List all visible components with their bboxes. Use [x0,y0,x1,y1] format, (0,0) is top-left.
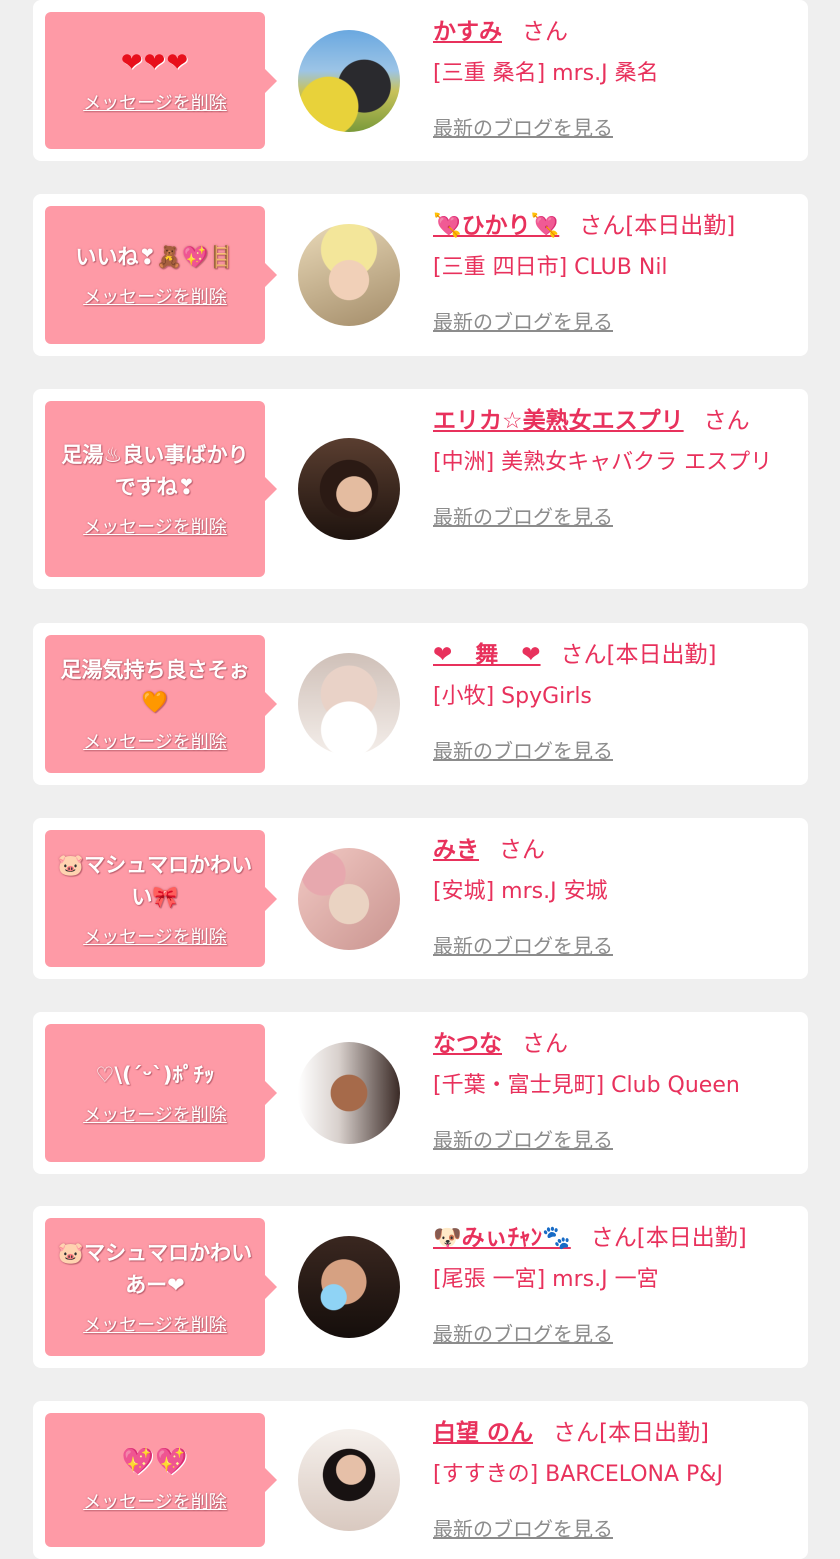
cast-name-link[interactable]: みき [433,837,479,863]
shop-name: [三重 四日市] CLUB Nil [433,255,668,280]
delete-message-link[interactable]: メッセージを削除 [83,1488,227,1514]
name-line: かすみ さん [433,16,794,48]
cast-info: 💘ひかり💘 さん[本日出勤] [三重 四日市] CLUB Nil 最新のブログを見る [433,210,794,335]
name-line: みき さん [433,834,794,866]
cast-info: なつな さん [千葉・富士見町] Club Queen 最新のブログを見る [433,1028,794,1153]
message-bubble: ♡\(ˊᵕˋ)ﾎﾟﾁｯ メッセージを削除 [45,1024,277,1162]
honorific: さん [560,642,607,668]
message-card: 足湯♨良い事ばかりですね❣ メッセージを削除 エリカ☆美熟女エスプリ さん [中洲] 美… [33,389,808,589]
attendance-status: [本日出勤] [625,213,736,239]
message-card: いいね❣🧸💖🪜 メッセージを削除 💘ひかり💘 さん[本日出勤] [三重 四日市] CLU… [33,194,808,356]
cast-name-link[interactable]: ❤ 舞 ❤ [433,642,541,668]
latest-blog-link[interactable]: 最新のブログを見る [433,112,613,141]
message-text: いいね❣🧸💖🪜 [75,245,235,269]
message-text: 💖💖 [121,1447,189,1477]
honorific: さん [522,19,568,45]
avatar[interactable] [298,848,400,950]
message-card: ♡\(ˊᵕˋ)ﾎﾟﾁｯ メッセージを削除 なつな さん [千葉・富士見町] Club Q… [33,1012,808,1174]
avatar[interactable] [298,653,400,755]
delete-message-link[interactable]: メッセージを削除 [83,728,227,754]
honorific: さん [499,837,545,863]
delete-message-link[interactable]: メッセージを削除 [83,283,227,309]
message-bubble: 💖💖 メッセージを削除 [45,1413,277,1547]
message-text: 足湯♨良い事ばかりですね❣ [61,443,249,499]
delete-message-link[interactable]: メッセージを削除 [83,1101,227,1127]
shop-name: [中洲] 美熟女キャバクラ エスプリ [433,450,773,475]
latest-blog-link[interactable]: 最新のブログを見る [433,306,613,335]
message-bubble: 🐷マシュマロかわいい🎀 メッセージを削除 [45,830,277,967]
cast-name-link[interactable]: かすみ [433,19,502,45]
honorific: さん [553,1420,600,1446]
delete-message-link[interactable]: メッセージを削除 [83,89,227,115]
cast-info: 白望 のん さん[本日出勤] [すすきの] BARCELONA P&J 最新のブログを… [433,1417,794,1542]
avatar[interactable] [298,438,400,540]
honorific: さん [579,213,626,239]
shop-name: [すすきの] BARCELONA P&J [433,1462,723,1487]
shop-name: [千葉・富士見町] Club Queen [433,1073,740,1098]
avatar[interactable] [298,1429,400,1531]
message-bubble: ❤❤❤ メッセージを削除 [45,12,277,149]
shop-name: [小牧] SpyGirls [433,684,592,709]
latest-blog-link[interactable]: 最新のブログを見る [433,735,613,764]
delete-message-link[interactable]: メッセージを削除 [83,1311,227,1337]
message-text: ♡\(ˊᵕˋ)ﾎﾟﾁｯ [95,1063,215,1087]
latest-blog-link[interactable]: 最新のブログを見る [433,1124,613,1153]
name-line: エリカ☆美熟女エスプリ さん [433,405,794,437]
attendance-status: [本日出勤] [599,1420,709,1446]
avatar[interactable] [298,1042,400,1144]
latest-blog-link[interactable]: 最新のブログを見る [433,1318,613,1347]
name-line: 💘ひかり💘 さん[本日出勤] [433,210,794,242]
cast-name-link[interactable]: なつな [433,1031,502,1057]
message-text: 🐷マシュマロかわいい🎀 [57,852,253,909]
name-line: 白望 のん さん[本日出勤] [433,1417,794,1449]
avatar[interactable] [298,30,400,132]
avatar[interactable] [298,1236,400,1338]
message-bubble: 足湯気持ち良さそぉ🧡 メッセージを削除 [45,635,277,773]
cast-info: みき さん [安城] mrs.J 安城最新のブログを見る [433,834,794,959]
shop-name: [三重 桑名] mrs.J 桑名 [433,61,659,86]
cast-info: エリカ☆美熟女エスプリ さん [中洲] 美熟女キャバクラ エスプリ最新のブログを見る [433,405,794,530]
message-bubble: 🐷マシュマロかわいあー❤ メッセージを削除 [45,1218,277,1356]
delete-message-link[interactable]: メッセージを削除 [83,923,227,949]
avatar[interactable] [298,224,400,326]
message-card: 💖💖 メッセージを削除 白望 のん さん[本日出勤] [すすきの] BARCELONA … [33,1401,808,1559]
message-card: 🐷マシュマロかわいあー❤ メッセージを削除 🐶みぃﾁｬﾝ🐾 さん[本日出勤] [尾張 一… [33,1206,808,1368]
honorific: さん [522,1031,568,1057]
message-card: 🐷マシュマロかわいい🎀 メッセージを削除 みき さん [安城] mrs.J 安城最新のブ… [33,818,808,979]
cast-info: ❤ 舞 ❤ さん[本日出勤] [小牧] SpyGirls 最新のブログを見る [433,639,794,764]
attendance-status: [本日出勤] [606,642,717,668]
message-text: 足湯気持ち良さそぉ🧡 [60,658,250,714]
cast-info: かすみ さん [三重 桑名] mrs.J 桑名最新のブログを見る [433,16,794,141]
latest-blog-link[interactable]: 最新のブログを見る [433,501,613,530]
name-line: 🐶みぃﾁｬﾝ🐾 さん[本日出勤] [433,1222,794,1254]
delete-message-link[interactable]: メッセージを削除 [83,513,227,539]
message-bubble: 足湯♨良い事ばかりですね❣ メッセージを削除 [45,401,277,577]
cast-name-link[interactable]: エリカ☆美熟女エスプリ [433,408,684,434]
message-text: ❤❤❤ [120,47,190,78]
message-card: ❤❤❤ メッセージを削除 かすみ さん [三重 桑名] mrs.J 桑名最新のブログを見… [33,0,808,161]
name-line: ❤ 舞 ❤ さん[本日出勤] [433,639,794,671]
cast-name-link[interactable]: 白望 のん [433,1420,533,1446]
message-text: 🐷マシュマロかわいあー❤ [57,1241,253,1297]
message-card: 足湯気持ち良さそぉ🧡 メッセージを削除 ❤ 舞 ❤ さん[本日出勤] [小牧] SpyG… [33,623,808,785]
latest-blog-link[interactable]: 最新のブログを見る [433,1513,613,1542]
cast-name-link[interactable]: 🐶みぃﾁｬﾝ🐾 [433,1225,571,1251]
cast-name-link[interactable]: 💘ひかり💘 [433,213,559,239]
shop-name: [尾張 一宮] mrs.J 一宮 [433,1267,659,1292]
cast-info: 🐶みぃﾁｬﾝ🐾 さん[本日出勤] [尾張 一宮] mrs.J 一宮最新のブログを見る [433,1222,794,1347]
honorific: さん [703,408,750,434]
message-list: ❤❤❤ メッセージを削除 かすみ さん [三重 桑名] mrs.J 桑名 最新のブログを見… [0,0,840,1559]
name-line: なつな さん [433,1028,794,1060]
latest-blog-link[interactable]: 最新のブログを見る [433,930,613,959]
honorific: さん [590,1225,637,1251]
attendance-status: [本日出勤] [636,1225,747,1251]
shop-name: [安城] mrs.J 安城 [433,879,608,904]
message-bubble: いいね❣🧸💖🪜 メッセージを削除 [45,206,277,344]
